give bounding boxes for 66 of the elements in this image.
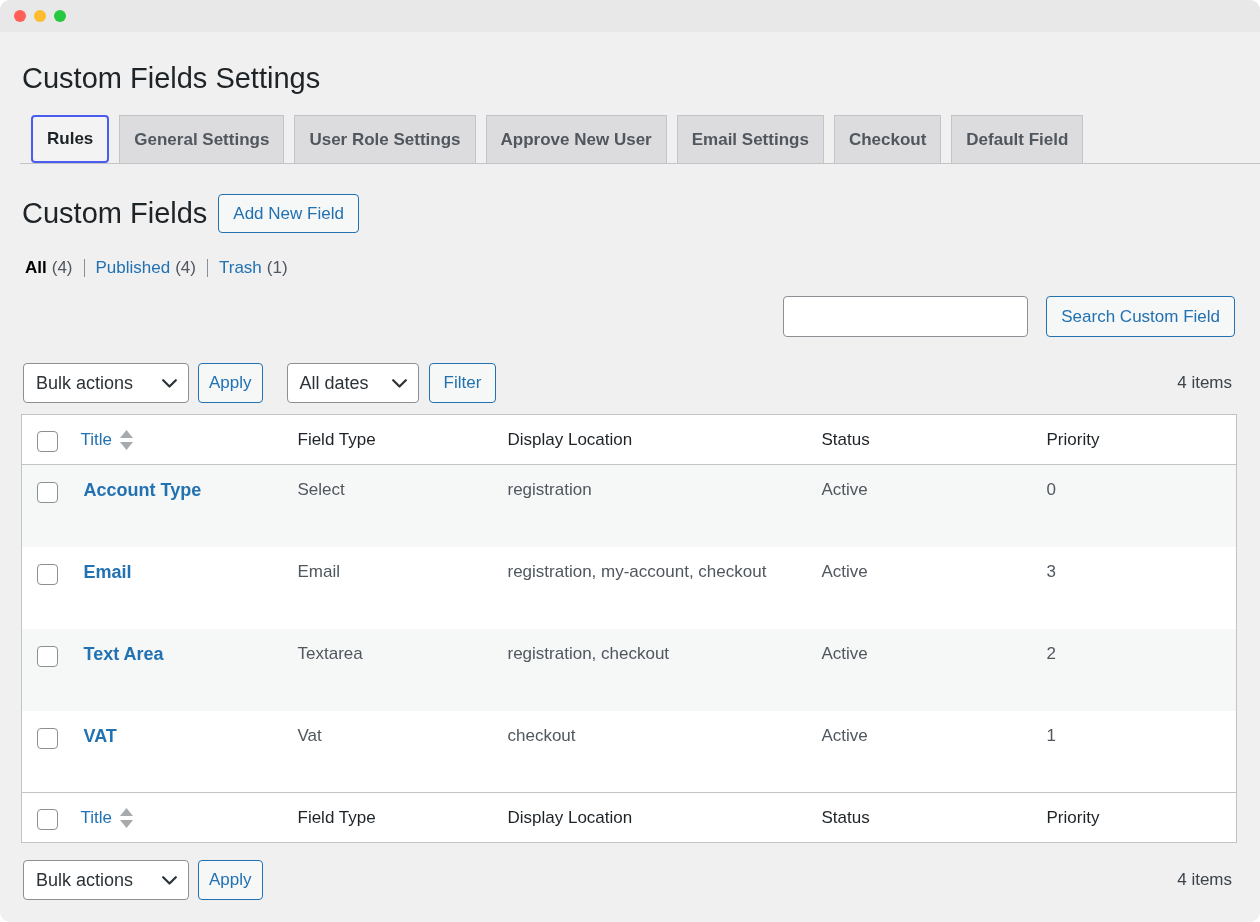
tab[interactable]: Email Settings: [676, 115, 824, 163]
maximize-icon[interactable]: [54, 10, 66, 22]
checkbox[interactable]: [37, 645, 58, 667]
view-filter-link[interactable]: Trash (1): [218, 256, 288, 280]
priority-text: 1: [1046, 725, 1056, 745]
column-sort-link[interactable]: Title: [80, 807, 133, 828]
search-field[interactable]: [783, 296, 1029, 337]
column-header: Display Location: [507, 429, 633, 449]
column-header: Field Type: [297, 807, 376, 827]
column-header: Priority: [1046, 429, 1100, 449]
column-header: Priority: [1046, 807, 1100, 827]
sort-icon: [120, 429, 133, 450]
column-header: Display Location: [507, 807, 633, 827]
checkbox[interactable]: [37, 727, 58, 749]
date-filter-select[interactable]: All dates: [286, 363, 419, 403]
field-title-link[interactable]: Account Type: [80, 480, 202, 500]
add-new-field-button[interactable]: Add New Field: [218, 194, 359, 233]
priority-text: 3: [1046, 561, 1056, 581]
close-icon[interactable]: [14, 10, 26, 22]
field-type-text: Select: [297, 480, 345, 499]
tab[interactable]: Rules: [31, 115, 110, 163]
status-text: Active: [821, 725, 868, 745]
checkbox[interactable]: [37, 482, 58, 503]
status-text: Active: [821, 561, 868, 581]
field-type-text: Vat: [297, 725, 322, 745]
page-title: Custom Fields Settings: [21, 61, 321, 96]
display-location-text: checkout: [507, 725, 576, 745]
bulk-actions-select[interactable]: Bulk actions: [23, 363, 189, 403]
filter-button[interactable]: Filter: [428, 363, 497, 403]
priority-text: 0: [1046, 480, 1056, 499]
display-location-text: registration: [507, 480, 592, 499]
column-sort-link[interactable]: Title: [80, 429, 133, 450]
tab[interactable]: Checkout: [833, 115, 942, 163]
status-text: Active: [821, 643, 868, 663]
checkbox[interactable]: [37, 563, 58, 585]
chevron-down-icon: [162, 875, 177, 885]
item-count: 4 items: [1177, 373, 1232, 393]
tab[interactable]: General Settings: [119, 115, 285, 163]
apply-button[interactable]: Apply: [198, 860, 263, 900]
tab[interactable]: Default Field: [951, 115, 1084, 163]
view-filter-link[interactable]: All (4): [25, 256, 73, 280]
field-type-text: Textarea: [297, 643, 363, 663]
column-header: Status: [821, 807, 870, 827]
field-type-text: Email: [297, 561, 340, 581]
apply-button[interactable]: Apply: [198, 363, 263, 403]
field-title-link[interactable]: Email: [80, 561, 132, 582]
checkbox[interactable]: [37, 430, 58, 452]
checkbox[interactable]: [37, 808, 58, 830]
display-location-text: registration, my-account, checkout: [507, 561, 767, 581]
column-header: Status: [821, 429, 870, 449]
chevron-down-icon: [391, 378, 407, 388]
tab[interactable]: Approve New User: [485, 115, 667, 163]
display-location-text: registration, checkout: [507, 643, 670, 663]
sort-icon: [120, 807, 133, 828]
field-title-link[interactable]: VAT: [80, 725, 117, 746]
priority-text: 2: [1046, 643, 1056, 663]
search-button[interactable]: Search Custom Field: [1046, 296, 1235, 337]
view-filter-link[interactable]: Published (4): [95, 256, 196, 280]
column-header: Field Type: [297, 429, 376, 449]
status-text: Active: [821, 480, 868, 499]
item-count: 4 items: [1177, 870, 1232, 890]
tab[interactable]: User Role Settings: [294, 115, 476, 163]
section-heading: Custom Fields: [21, 196, 208, 231]
bulk-actions-select[interactable]: Bulk actions: [23, 860, 189, 900]
field-title-link[interactable]: Text Area: [80, 643, 164, 664]
chevron-down-icon: [162, 378, 177, 388]
